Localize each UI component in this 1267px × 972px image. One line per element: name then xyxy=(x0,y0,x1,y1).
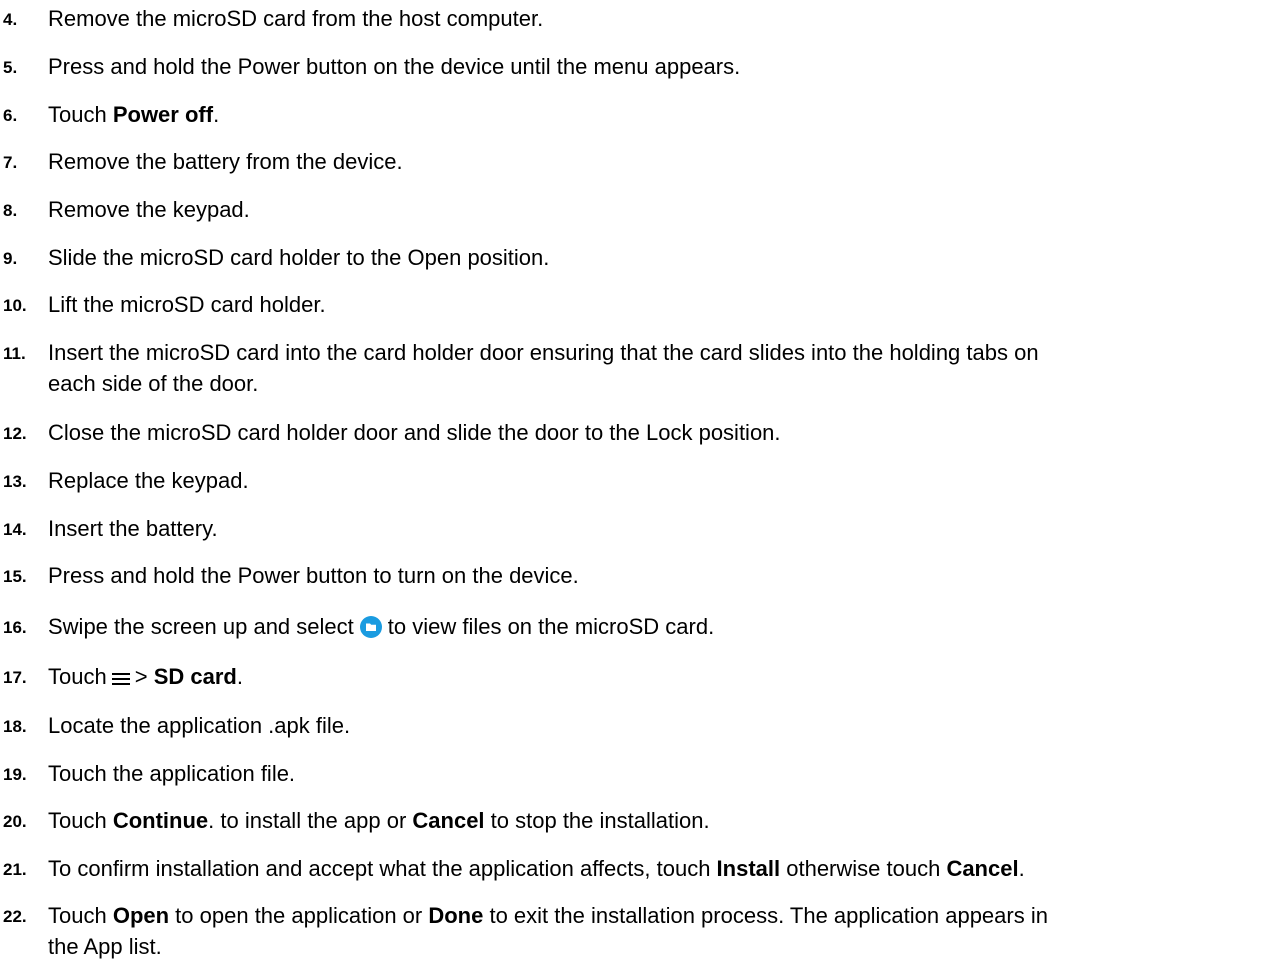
step-number: 8. xyxy=(3,201,18,220)
step-number: 5. xyxy=(3,58,18,77)
sd-card-label: SD card xyxy=(153,664,237,689)
step-text-part: Touch xyxy=(48,664,107,689)
install-label: Install xyxy=(716,856,781,881)
step-number: 15. xyxy=(3,567,27,586)
step-text: To confirm installation and accept what … xyxy=(48,853,1260,884)
step-text: Remove the microSD card from the host co… xyxy=(48,6,544,31)
step-number: 4. xyxy=(3,10,18,29)
step-text-part: Touch xyxy=(48,102,113,127)
files-folder-icon xyxy=(359,615,382,646)
step-text-part: to stop the installation. xyxy=(484,808,710,833)
step-text-line2: the App list. xyxy=(48,934,162,959)
step-text-part: Touch xyxy=(48,808,113,833)
step-text-part: > xyxy=(134,664,148,689)
step-text: Touch > SD card. xyxy=(48,661,1260,695)
step-number: 19. xyxy=(3,765,27,784)
done-label: Done xyxy=(428,903,484,928)
step-text-line2: each side of the door. xyxy=(48,371,259,396)
step-number: 6. xyxy=(3,106,18,125)
step-text: Remove the keypad. xyxy=(48,197,250,222)
step-text-part: Swipe the screen up and select xyxy=(48,614,354,639)
step-text: Remove the battery from the device. xyxy=(48,149,403,174)
menu-icon xyxy=(111,664,131,695)
step-text: Touch the application file. xyxy=(48,761,296,786)
step-number: 20. xyxy=(3,812,27,831)
cancel-label: Cancel xyxy=(946,856,1019,881)
step-number: 7. xyxy=(3,153,18,172)
step-text: Press and hold the Power button on the d… xyxy=(48,54,741,79)
step-number: 22. xyxy=(3,907,27,926)
step-text: Replace the keypad. xyxy=(48,468,249,493)
step-number: 17. xyxy=(3,668,27,687)
step-text: Locate the application .apk file. xyxy=(48,713,351,738)
step-text: Press and hold the Power button to turn … xyxy=(48,563,579,588)
step-text-part: otherwise touch xyxy=(780,856,947,881)
step-number: 10. xyxy=(3,296,27,315)
power-off-label: Power off xyxy=(112,102,214,127)
step-text: Touch Open to open the application or Do… xyxy=(48,900,1260,962)
step-text-part: . xyxy=(1018,856,1025,881)
step-number: 16. xyxy=(3,618,27,637)
step-text: Insert the microSD card into the card ho… xyxy=(48,337,1260,399)
step-text: Close the microSD card holder door and s… xyxy=(48,420,781,445)
step-number: 14. xyxy=(3,520,27,539)
open-label: Open xyxy=(112,903,170,928)
step-text-part: to view files on the microSD card. xyxy=(387,614,715,639)
step-text: Touch Power off. xyxy=(48,99,1260,130)
continue-label: Continue xyxy=(112,808,209,833)
step-text: Insert the battery. xyxy=(48,516,218,541)
step-text-part: . xyxy=(213,102,220,127)
step-number: 18. xyxy=(3,717,27,736)
step-number: 12. xyxy=(3,424,27,443)
step-number: 21. xyxy=(3,860,27,879)
step-text-part: . to install the app or xyxy=(208,808,413,833)
step-text-part: to exit the installation process. The ap… xyxy=(483,903,1048,928)
step-text: Touch Continue. to install the app or Ca… xyxy=(48,805,1260,836)
step-text-part: To confirm installation and accept what … xyxy=(48,856,717,881)
step-text: Lift the microSD card holder. xyxy=(48,292,326,317)
step-text-part: Touch xyxy=(48,903,113,928)
step-number: 13. xyxy=(3,472,27,491)
cancel-label: Cancel xyxy=(412,808,485,833)
step-number: 9. xyxy=(3,249,18,268)
step-text: Slide the microSD card holder to the Ope… xyxy=(48,245,550,270)
step-text-part: . xyxy=(236,664,243,689)
step-text-part: to open the application or xyxy=(169,903,429,928)
step-text-line1: Insert the microSD card into the card ho… xyxy=(48,340,1039,365)
step-text: Swipe the screen up and select to view fi… xyxy=(48,611,1260,646)
step-number: 11. xyxy=(3,344,26,363)
